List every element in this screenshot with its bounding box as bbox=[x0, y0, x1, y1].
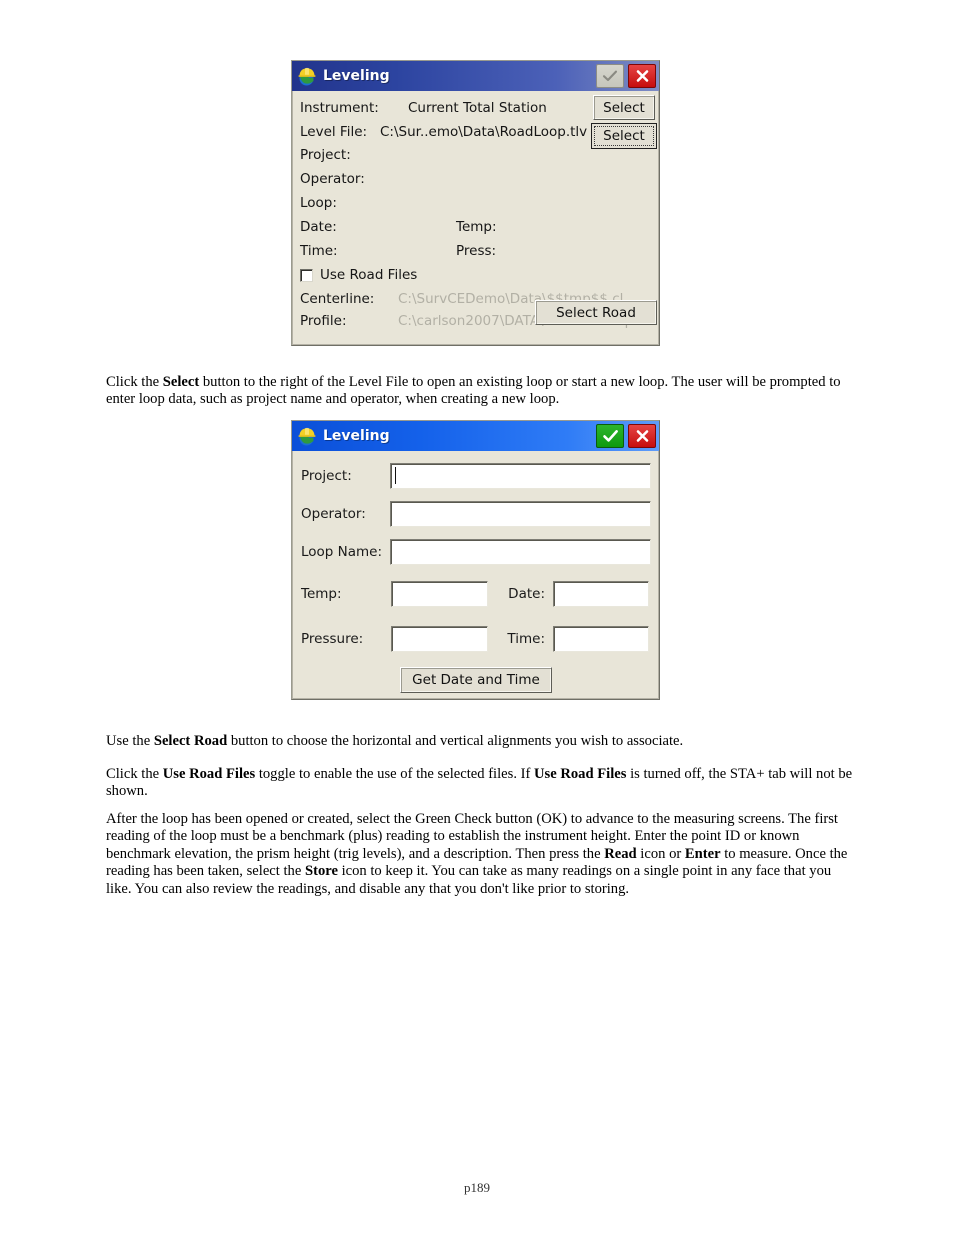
use-road-files-checkbox[interactable] bbox=[300, 268, 313, 282]
centerline-label: Centerline: bbox=[300, 290, 375, 307]
check-icon bbox=[602, 430, 618, 442]
level-file-label: Level File: bbox=[300, 123, 368, 140]
para-select-road-text: Use the Select Road button to choose the… bbox=[106, 733, 684, 749]
para-loop-opened: After the loop has been opened or create… bbox=[106, 811, 854, 898]
get-date-and-time-button[interactable]: Get Date and Time bbox=[400, 667, 552, 693]
dialog2-titlebar: Leveling bbox=[292, 421, 659, 451]
use-road-files-label: Use Road Files bbox=[320, 267, 418, 284]
operator-label: Operator: bbox=[300, 171, 365, 188]
text-caret bbox=[395, 467, 397, 484]
row-project: Project: bbox=[301, 457, 651, 495]
row-use-road-files[interactable]: Use Road Files bbox=[300, 263, 653, 288]
project-label: Project: bbox=[300, 147, 351, 164]
dialog2-title: Leveling bbox=[323, 428, 390, 444]
temp-label: Temp: bbox=[456, 218, 497, 235]
select-level-file-button-label: Select bbox=[603, 128, 645, 144]
row-pressure-time: Pressure: Time: bbox=[301, 617, 651, 661]
time-input[interactable] bbox=[553, 626, 649, 652]
row-loop-name: Loop Name: bbox=[301, 533, 651, 571]
loop-label: Loop: bbox=[300, 195, 337, 212]
close-icon bbox=[636, 430, 648, 442]
date-label: Date: bbox=[300, 218, 337, 235]
pressure-input[interactable] bbox=[391, 626, 488, 652]
select-instrument-button-label: Select bbox=[603, 99, 645, 116]
profile-label: Profile: bbox=[300, 312, 347, 329]
row-operator: Operator: bbox=[301, 495, 651, 533]
date-input[interactable] bbox=[553, 581, 649, 607]
dialog1-close-button[interactable] bbox=[628, 64, 656, 88]
row-temp-date: Temp: Date: bbox=[301, 571, 651, 617]
dialog2-footer-row: Get Date and Time bbox=[301, 667, 651, 693]
dialog1-ok-button[interactable] bbox=[596, 64, 624, 88]
time-label: Time: bbox=[300, 242, 338, 259]
loop-name-label: Loop Name: bbox=[301, 544, 383, 560]
para-select-text: Click the Select button to the right of … bbox=[106, 374, 841, 408]
row-time-press: Time: Press: bbox=[300, 239, 653, 263]
leveling-hardhat-globe-icon bbox=[296, 425, 318, 447]
dialog1-body: Instrument: Current Total Station Level … bbox=[292, 91, 659, 336]
leveling-hardhat-globe-icon bbox=[296, 65, 318, 87]
row-loop: Loop: bbox=[300, 191, 653, 215]
document-page: Leveling Instrument: Current Total Stati… bbox=[0, 0, 954, 1235]
para-loop-opened-text: After the loop has been opened or create… bbox=[106, 811, 848, 897]
para-select-road: Use the Select Road button to choose the… bbox=[106, 733, 854, 750]
temp-input[interactable] bbox=[391, 581, 488, 607]
time-label: Time: bbox=[507, 631, 545, 647]
leveling-setup-dialog: Leveling Instrument: Current Total Stati… bbox=[291, 60, 660, 346]
dialog1-titlebar-buttons bbox=[596, 64, 656, 88]
temp-label: Temp: bbox=[301, 586, 342, 602]
press-label: Press: bbox=[456, 242, 497, 259]
select-road-button-label: Select Road bbox=[556, 304, 636, 321]
dialog2-close-button[interactable] bbox=[628, 424, 656, 448]
select-instrument-button[interactable]: Select bbox=[593, 95, 655, 120]
get-date-and-time-button-label: Get Date and Time bbox=[412, 672, 540, 688]
project-label: Project: bbox=[301, 468, 352, 484]
para-use-road-files: Click the Use Road Files toggle to enabl… bbox=[106, 766, 854, 801]
row-operator: Operator: bbox=[300, 167, 653, 191]
loop-name-input[interactable] bbox=[390, 539, 651, 565]
row-date-temp: Date: Temp: bbox=[300, 215, 653, 239]
page-footer: p189 bbox=[464, 1180, 490, 1195]
pressure-label: Pressure: bbox=[301, 631, 364, 647]
dialog1-title: Leveling bbox=[323, 68, 390, 84]
leveling-loop-data-dialog: Leveling Project: Operator: Loop Name: T… bbox=[291, 420, 660, 700]
dialog2-titlebar-buttons bbox=[596, 424, 656, 448]
check-icon bbox=[602, 70, 618, 82]
level-file-value: C:\Sur..emo\Data\RoadLoop.tlv bbox=[380, 123, 588, 140]
instrument-value: Current Total Station bbox=[408, 99, 547, 116]
select-level-file-button[interactable]: Select bbox=[591, 123, 657, 149]
operator-label: Operator: bbox=[301, 506, 366, 522]
select-road-button[interactable]: Select Road bbox=[535, 300, 657, 325]
date-label: Date: bbox=[508, 586, 545, 602]
close-icon bbox=[636, 70, 648, 82]
project-input[interactable] bbox=[390, 463, 651, 489]
para-use-road-files-text: Click the Use Road Files toggle to enabl… bbox=[106, 766, 853, 800]
operator-input[interactable] bbox=[390, 501, 651, 527]
para-select: Click the Select button to the right of … bbox=[106, 374, 854, 409]
dialog1-titlebar: Leveling bbox=[292, 61, 659, 91]
dialog2-body: Project: Operator: Loop Name: Temp: Date… bbox=[292, 451, 659, 699]
instrument-label: Instrument: bbox=[300, 99, 379, 116]
dialog2-ok-button[interactable] bbox=[596, 424, 624, 448]
